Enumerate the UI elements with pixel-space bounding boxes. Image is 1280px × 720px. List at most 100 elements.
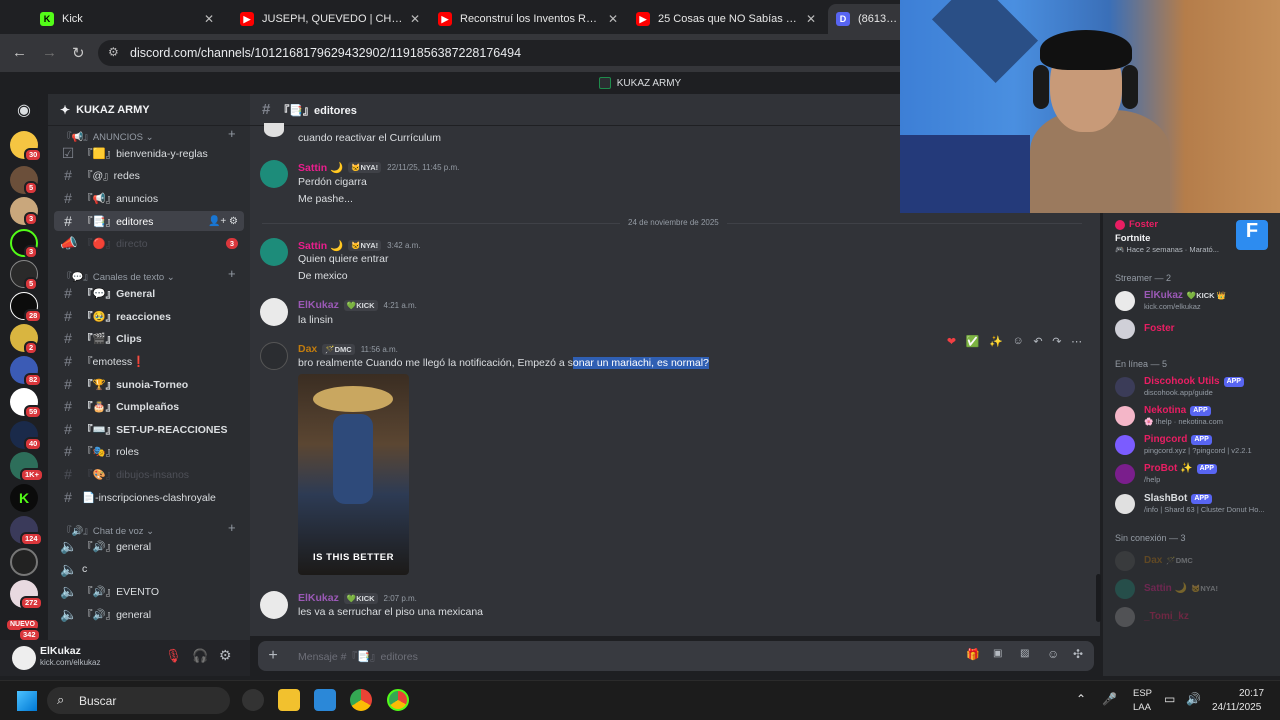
reply-icon[interactable]: ↶ [1033,335,1042,348]
member-nekotina[interactable]: Nekotina APP 🌸 !help · nekotina.com [1115,403,1275,429]
tab-youtube-3[interactable]: ▶ 25 Cosas que NO Sabías hace 5 ✕ [628,4,824,34]
sticker-icon[interactable]: ▨ [1020,648,1029,659]
voice-channel-general-2[interactable]: 🔈 『🔊』general [54,604,244,624]
channel-reacciones[interactable]: # 『🥹』reacciones [54,306,244,326]
author-name[interactable]: ElKukaz [298,592,339,604]
windows-start-icon[interactable] [17,691,37,711]
member-dax[interactable]: Dax 🪄DMC [1115,548,1275,574]
channel-redes[interactable]: # 『@』redes [54,165,244,185]
add-channel-icon[interactable]: + [228,266,236,281]
voice-channel-evento[interactable]: 🔈 『🔊』EVENTO [54,581,244,601]
check-reaction-icon[interactable]: ✅ [966,335,980,348]
settings-gear-icon[interactable]: ⚙ [219,647,232,664]
author-name[interactable]: Dax [298,343,317,355]
volume-icon[interactable]: 🔊 [1186,692,1201,706]
mic-muted-icon[interactable]: 🎙 [165,648,182,664]
gif-attachment[interactable]: IS THIS BETTER [298,374,409,575]
close-tab-icon[interactable]: ✕ [806,12,816,26]
tab-youtube-1[interactable]: ▶ JUSEPH, QUEVEDO | CHUOS (V ✕ [232,4,428,34]
chrome-icon[interactable] [350,689,372,711]
site-info-icon[interactable]: ⚙ [108,45,119,59]
file-explorer-icon[interactable] [278,689,300,711]
avatar[interactable] [12,646,36,670]
avatar[interactable] [260,160,288,188]
tab-kick[interactable]: K Kick ✕ [32,4,222,34]
avatar[interactable] [260,342,288,370]
channel-anuncios[interactable]: # 『📢』anuncios [54,188,244,208]
category-voz[interactable]: 『🔊』Chat de voz ⌄ [62,523,154,537]
language-indicator[interactable]: ESP [1133,688,1152,699]
member-discohook[interactable]: Discohook Utils APP discohook.app/guide [1115,374,1275,400]
forward-icon[interactable]: ↷ [1052,335,1061,348]
clock-date[interactable]: 24/11/2025 [1212,702,1261,713]
category-texto[interactable]: 『💬』Canales de texto ⌄ [62,269,175,283]
gift-icon[interactable]: 🎁 [966,648,980,661]
heart-reaction-icon[interactable]: ❤ [947,335,956,348]
clock-time[interactable]: 20:17 [1239,688,1264,699]
voice-channel-general[interactable]: 🔈 『🔊』general [54,536,244,556]
avatar[interactable] [260,591,288,619]
channel-general[interactable]: # 『💬』General [54,283,244,303]
author-name[interactable]: Sattin 🌙 [298,161,343,174]
category-anuncios[interactable]: 『📢』ANUNCIOS ⌄ [62,129,154,143]
author-name[interactable]: Sattin 🌙 [298,239,343,252]
member-probot[interactable]: ProBot ✨ APP /help [1115,461,1275,487]
member-sattin[interactable]: Sattin 🌙 🐱NYA! [1115,576,1275,602]
member-pingcord[interactable]: Pingcord APP pingcord.xyz | ?pingcord | v… [1115,432,1275,458]
channel-roles[interactable]: # 『🎭』roles [54,441,244,461]
emoji-icon[interactable]: ☺ [1047,647,1059,661]
tab-youtube-2[interactable]: ▶ Reconstruí los Inventos Raros d ✕ [430,4,626,34]
discord-home-icon[interactable]: ◉ [10,96,38,124]
forward-icon[interactable]: → [42,44,57,61]
party-reaction-icon[interactable]: ✨ [989,335,1003,348]
channel-cumpleanos[interactable]: # 『🎂』Cumpleaños [54,396,244,416]
activity-card[interactable]: Foster Fortnite 🎮 Hace 2 semanas · Marat… [1115,216,1275,256]
chrome-profile-icon[interactable] [387,689,409,711]
tray-chevron-icon[interactable]: ⌃ [1076,692,1086,706]
guild-header[interactable]: ✦ KUKAZ ARMY ⌄ [48,94,285,126]
store-icon[interactable] [314,689,336,711]
close-tab-icon[interactable]: ✕ [204,12,214,26]
back-icon[interactable]: ← [12,44,27,61]
channel-editores[interactable]: # 『📑』editores 👤+ ⚙ [54,211,244,231]
member-elkukaz[interactable]: ElKukaz 💚KICK 👑 kick.com/elkukaz [1115,288,1275,314]
channel-clashroyale[interactable]: # 📄-inscripciones-clashroyale [54,487,244,507]
add-reaction-icon[interactable]: ☺ [1012,335,1023,347]
member-foster[interactable]: Foster [1115,316,1275,342]
channel-torneo[interactable]: # 『🏆』sunoia-Torneo [54,374,244,394]
channel-clips[interactable]: # 『🎬』Clips [54,328,244,348]
avatar[interactable] [260,298,288,326]
headphones-icon[interactable]: 🎧 [192,648,208,664]
apps-icon[interactable]: ✣ [1073,647,1083,661]
avatar[interactable] [264,123,284,137]
channel-directo[interactable]: 📣 『🔴』directo 3 [54,233,244,253]
add-channel-icon[interactable]: + [228,126,236,141]
voice-channel-c[interactable]: 🔈 c [54,559,244,579]
close-tab-icon[interactable]: ✕ [410,12,420,26]
tab-discord[interactable]: D (8613) Disc [828,4,908,34]
microphone-icon[interactable]: 🎤 [1102,692,1117,706]
channel-bienvenida[interactable]: ☑ 『🟨』bienvenida-y-reglas [54,143,244,163]
channel-setup[interactable]: # 『⌨️』SET-UP-REACCIONES [54,419,244,439]
member-slashbot[interactable]: SlashBot APP /info | Shard 63 | Cluster D… [1115,491,1275,517]
author-name[interactable]: ElKukaz [298,299,339,311]
network-icon[interactable]: ▭ [1164,692,1175,706]
add-attachment-icon[interactable]: + [258,647,288,665]
member-tomi[interactable]: _Tomi_kz [1115,604,1275,630]
url-input[interactable]: ⚙ discord.com/channels/10121681796294329… [98,40,918,66]
add-channel-icon[interactable]: + [228,520,236,535]
server-icon-14[interactable] [10,548,38,576]
avatar[interactable] [260,238,288,266]
channel-dibujos[interactable]: # 『🎨』dibujos-insanos [54,464,244,484]
gif-icon[interactable]: ▣ [993,648,1002,659]
more-options-icon[interactable]: ⋯ [1071,335,1082,348]
taskbar-search[interactable]: ⌕ Buscar [47,687,230,714]
taskview-icon[interactable] [242,689,264,711]
reload-icon[interactable]: ↻ [72,44,85,62]
chat-scrollbar[interactable] [1096,574,1101,622]
message-input[interactable]: + Mensaje #『📑』editores 🎁 ▣ ▨ ☺ ✣ [258,641,1094,671]
kick-server-icon[interactable]: K [10,484,38,512]
keyboard-layout[interactable]: LAA [1133,702,1151,713]
channel-emotess[interactable]: # 『emotess❗ [54,351,244,371]
invite-settings-icons[interactable]: 👤+ ⚙ [208,216,238,227]
